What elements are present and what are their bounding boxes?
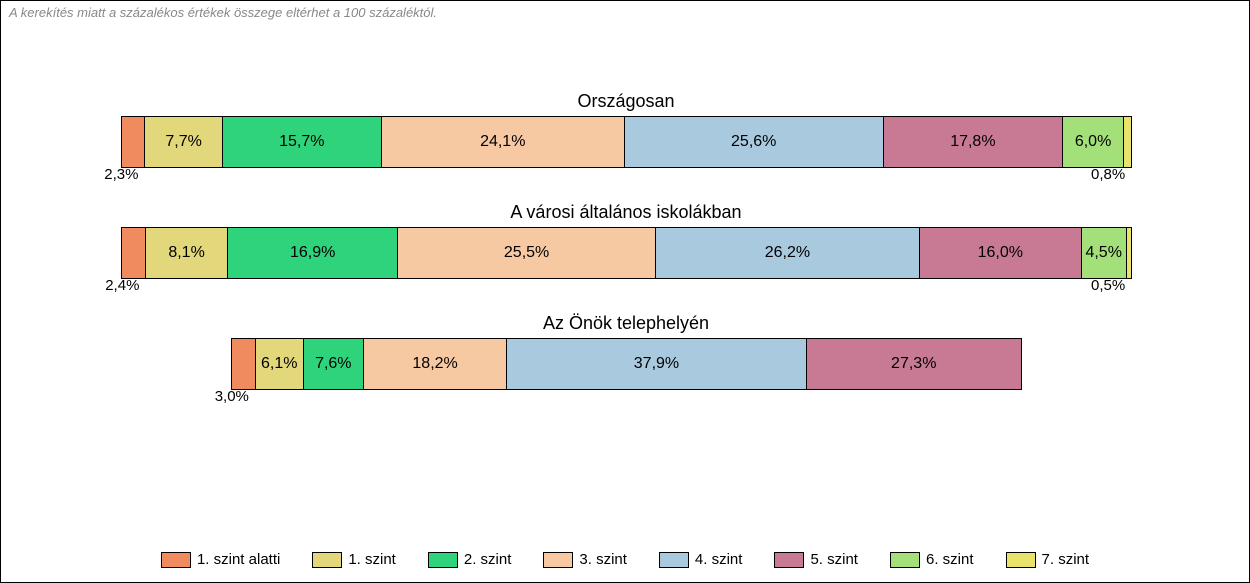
segment: 25,6% [624,117,883,167]
group-title: Az Önök telephelyén [121,313,1131,334]
legend-swatch [1006,552,1036,568]
legend-label: 5. szint [810,551,858,568]
segment [1126,228,1131,278]
legend-item: 2. szint [428,551,512,568]
stacked-bar: 6,1%7,6%18,2%37,9%27,3% [231,338,1022,390]
bar-wrap: 8,1%16,9%25,5%26,2%16,0%4,5%2,4%0,5% [121,227,1131,279]
segment: 6,0% [1062,117,1123,167]
legend-item: 4. szint [659,551,743,568]
legend-swatch [312,552,342,568]
chart-group: Országosan 7,7%15,7%24,1%25,6%17,8%6,0%2,… [121,91,1131,168]
segment: 7,6% [303,339,363,389]
legend-swatch [659,552,689,568]
legend-item: 1. szint [312,551,396,568]
legend-item: 7. szint [1006,551,1090,568]
segment: 15,7% [222,117,381,167]
legend: 1. szint alatti 1. szint 2. szint 3. szint 4… [1,551,1249,568]
chart-group: Az Önök telephelyén 6,1%7,6%18,2%37,9%27,… [121,313,1131,390]
footnote: A kerekítés miatt a százalékos értékek ö… [9,5,437,20]
segment: 7,7% [144,117,222,167]
segment: 6,1% [255,339,303,389]
bar-wrap: 7,7%15,7%24,1%25,6%17,8%6,0%2,3%0,8% [121,116,1131,168]
segment: 16,0% [919,228,1080,278]
legend-label: 3. szint [579,551,627,568]
segment: 8,1% [145,228,227,278]
stacked-bar: 7,7%15,7%24,1%25,6%17,8%6,0% [121,116,1132,168]
segment: 16,9% [227,228,398,278]
segment: 17,8% [883,117,1063,167]
legend-item: 3. szint [543,551,627,568]
group-title: A városi általános iskolákban [121,202,1131,223]
legend-swatch [543,552,573,568]
segment: 26,2% [655,228,919,278]
legend-swatch [161,552,191,568]
segment [121,228,145,278]
legend-label: 4. szint [695,551,743,568]
segment-label: 3,0% [215,388,249,405]
segment [231,339,255,389]
segment: 25,5% [397,228,654,278]
segment: 37,9% [506,339,805,389]
segment-label: 2,3% [104,166,138,183]
legend-item: 1. szint alatti [161,551,280,568]
legend-label: 1. szint [348,551,396,568]
legend-swatch [428,552,458,568]
chart-group: A városi általános iskolákban 8,1%16,9%25… [121,202,1131,279]
segment [121,117,144,167]
charts: Országosan 7,7%15,7%24,1%25,6%17,8%6,0%2,… [121,91,1131,424]
segment-label: 2,4% [105,277,139,294]
legend-item: 6. szint [890,551,974,568]
legend-item: 5. szint [774,551,858,568]
stacked-bar: 8,1%16,9%25,5%26,2%16,0%4,5% [121,227,1132,279]
legend-label: 2. szint [464,551,512,568]
segment-label: 0,8% [1091,166,1125,183]
segment: 4,5% [1081,228,1126,278]
legend-swatch [890,552,920,568]
legend-swatch [774,552,804,568]
bar-wrap: 6,1%7,6%18,2%37,9%27,3%3,0% [121,338,1131,390]
segment: 18,2% [363,339,507,389]
legend-label: 1. szint alatti [197,551,280,568]
segment: 27,3% [806,339,1021,389]
legend-label: 7. szint [1042,551,1090,568]
group-title: Országosan [121,91,1131,112]
segment: 24,1% [381,117,624,167]
segment [1123,117,1131,167]
segment-label: 0,5% [1091,277,1125,294]
legend-label: 6. szint [926,551,974,568]
